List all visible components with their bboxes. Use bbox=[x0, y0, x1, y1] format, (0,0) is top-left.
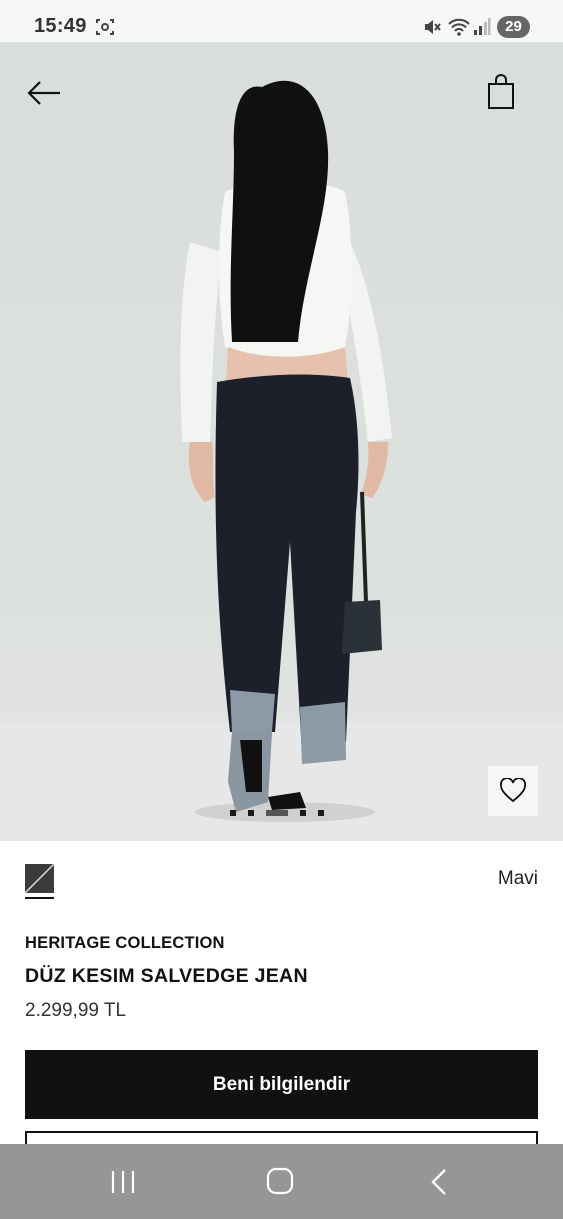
gallery-pagination bbox=[230, 809, 324, 817]
status-time: 15:49 bbox=[34, 15, 87, 37]
home-icon[interactable] bbox=[264, 1165, 296, 1197]
product-title: DÜZ KESIM SALVEDGE JEAN bbox=[25, 965, 308, 987]
notify-me-button[interactable]: Beni bilgilendir bbox=[25, 1050, 538, 1119]
wifi-icon bbox=[448, 18, 470, 36]
collection-label: HERITAGE COLLECTION bbox=[25, 934, 225, 952]
gallery-dot-active[interactable] bbox=[266, 810, 288, 816]
recent-apps-icon[interactable] bbox=[108, 1168, 138, 1196]
favorite-button[interactable] bbox=[488, 766, 538, 816]
gallery-dot[interactable] bbox=[230, 810, 236, 816]
heart-icon bbox=[500, 778, 526, 803]
gallery-dot[interactable] bbox=[248, 810, 254, 816]
back-arrow-button[interactable] bbox=[22, 76, 66, 110]
battery-indicator: 29 bbox=[497, 16, 530, 38]
color-swatch-fill bbox=[25, 864, 54, 893]
gallery-dot[interactable] bbox=[300, 810, 306, 816]
screenshot-icon bbox=[96, 19, 114, 35]
system-navigation-bar bbox=[0, 1144, 563, 1219]
signal-icon bbox=[474, 18, 491, 35]
swatch-selected-underline bbox=[25, 897, 54, 899]
back-icon[interactable] bbox=[425, 1166, 453, 1198]
gallery-dot[interactable] bbox=[318, 810, 324, 816]
status-bar: 15:49 29 bbox=[0, 0, 563, 42]
product-price: 2.299,99 TL bbox=[25, 1000, 127, 1021]
shopping-bag-icon[interactable] bbox=[483, 72, 519, 112]
product-image-gallery[interactable] bbox=[0, 42, 563, 841]
color-swatch[interactable] bbox=[25, 864, 54, 899]
mute-icon bbox=[425, 20, 441, 34]
color-name: Mavi bbox=[497, 868, 538, 889]
color-selector: Mavi bbox=[0, 841, 563, 921]
model-photo bbox=[0, 80, 563, 841]
